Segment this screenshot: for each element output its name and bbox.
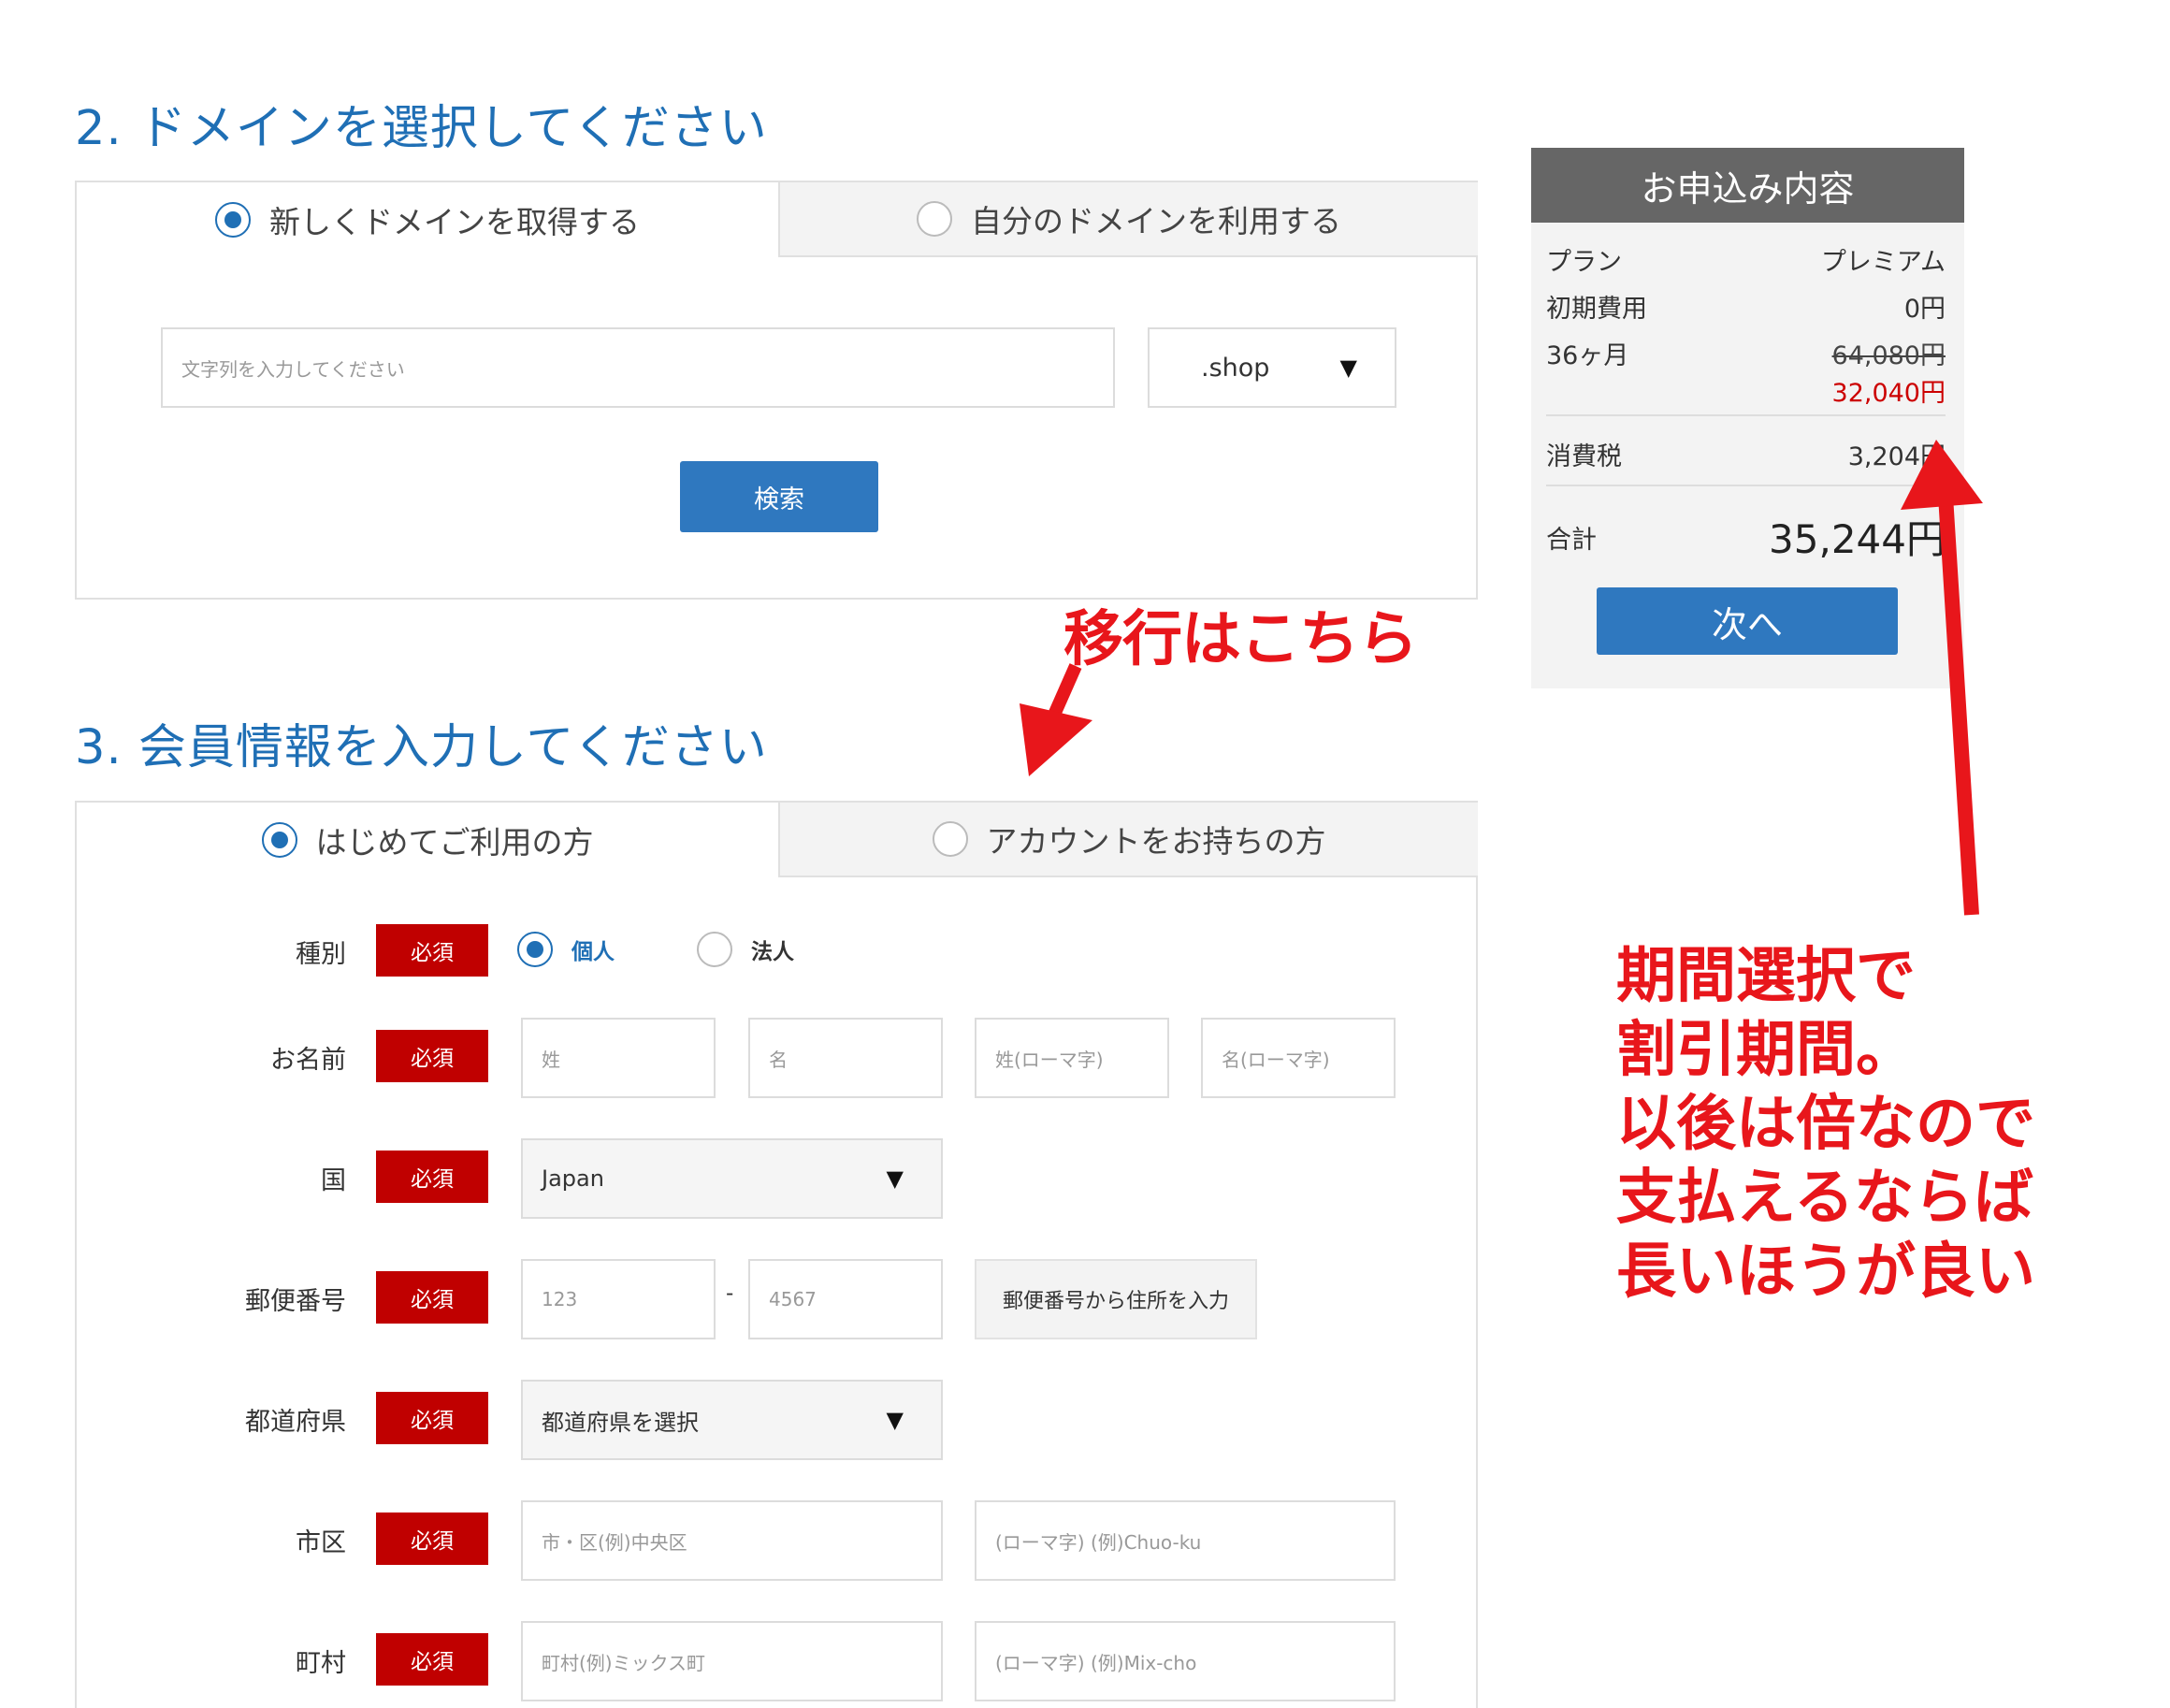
note-line: 期間選択で <box>1616 942 1916 1011</box>
note-line: 長いほうが良い <box>1616 1238 2035 1307</box>
note-line: 支払えるならば <box>1616 1164 2034 1233</box>
arrow-down-left-icon <box>1020 663 1092 776</box>
arrow-up-icon <box>1901 440 1983 916</box>
note-line: 割引期間。 <box>1616 1016 1916 1085</box>
period-note-annotation: 期間選択で 割引期間。 以後は倍なので 支払えるならば 長いほうが良い <box>1616 940 2140 1310</box>
annotation-arrows <box>1020 440 1983 916</box>
note-line: 以後は倍なので <box>1616 1090 2035 1159</box>
